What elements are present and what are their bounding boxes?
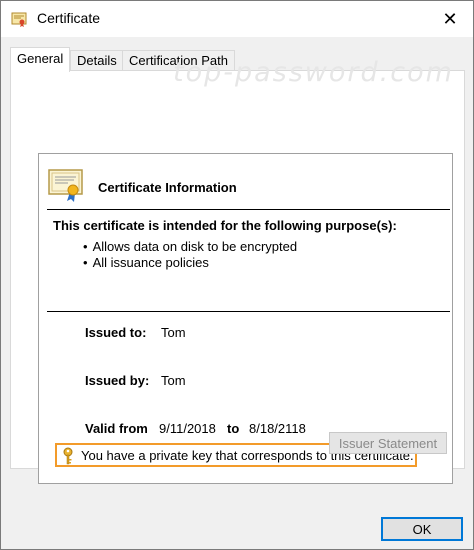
issued-by-value: Tom (161, 373, 186, 388)
close-button[interactable]: ✕ (427, 1, 473, 37)
certificate-dialog: Certificate ✕ General Details Certificat… (0, 0, 474, 550)
valid-to-label: to (227, 421, 240, 436)
tab-general[interactable]: General (10, 47, 71, 72)
divider-top (47, 209, 450, 210)
certificate-info-title: Certificate Information (98, 180, 237, 195)
certificate-seal-icon (48, 168, 84, 202)
purpose-heading: This certificate is intended for the fol… (53, 218, 397, 233)
divider-bottom (47, 311, 450, 312)
key-icon (61, 447, 75, 465)
valid-from-value: 9/11/2018 (159, 421, 216, 436)
purpose-list: Allows data on disk to be encrypted All … (83, 239, 298, 271)
list-item: Allows data on disk to be encrypted (83, 239, 298, 255)
issued-by-label: Issued by: (85, 373, 150, 388)
window-title: Certificate (37, 10, 101, 26)
issued-to-label: Issued to: (85, 325, 147, 340)
certificate-icon (11, 11, 27, 27)
issued-to-value: Tom (161, 325, 186, 340)
issuer-statement-button[interactable]: Issuer Statement (329, 432, 447, 454)
valid-from-label: Valid from (85, 421, 148, 436)
ok-button[interactable]: OK (381, 517, 463, 541)
general-tab-panel: Certificate Information This certificate… (10, 70, 465, 484)
tab-certification-path[interactable]: Certification Path (122, 50, 235, 71)
title-bar: Certificate ✕ (1, 1, 473, 37)
tab-details[interactable]: Details (70, 50, 124, 71)
valid-to-value: 8/18/2118 (249, 421, 306, 436)
close-icon: ✕ (442, 8, 458, 29)
list-item: All issuance policies (83, 255, 297, 271)
